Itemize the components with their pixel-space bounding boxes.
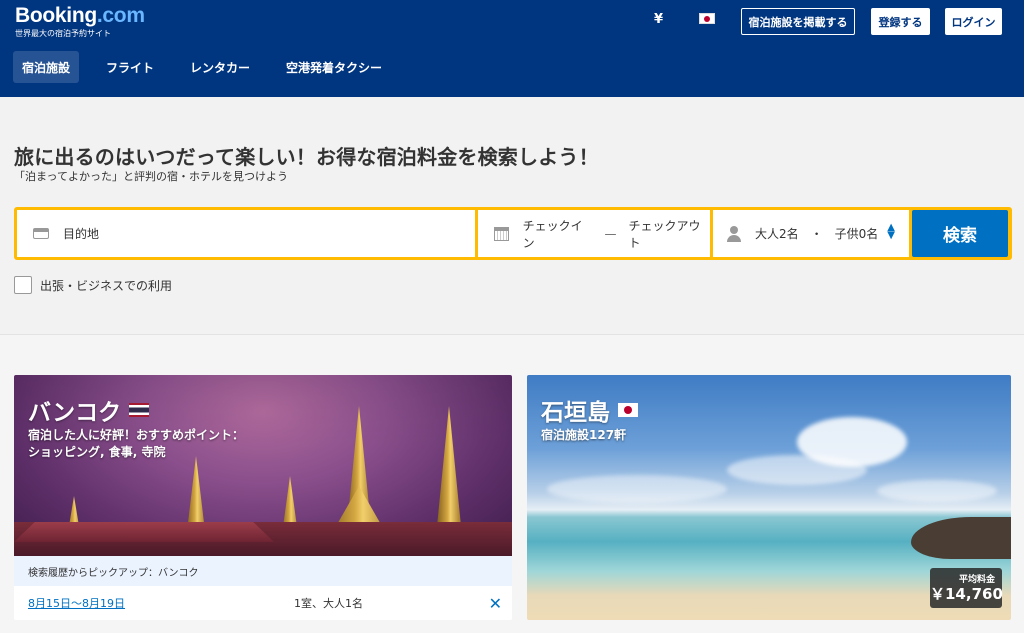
history-rooms: 1室、大人1名 (294, 597, 363, 610)
search-bar: 目的地 チェックイン — チェックアウト 大人2名 ・ 子供0名 ▲ ▼ 検索 (14, 207, 1012, 260)
guest-separator: ・ (810, 227, 823, 241)
business-travel-option[interactable]: 出張・ビジネスでの利用 (14, 276, 172, 294)
register-button[interactable]: 登録する (871, 8, 930, 35)
page-headline: 旅に出るのはいつだって楽しい！お得な宿泊料金を検索しよう！ (14, 145, 599, 169)
thailand-flag-icon (129, 403, 150, 417)
history-dates-link[interactable]: 8月15日〜8月19日 (28, 595, 125, 611)
adults-count: 大人2名 (755, 227, 799, 241)
currency-selector[interactable]: ¥ (654, 12, 663, 27)
nav-tab-airport-taxi[interactable]: 空港発着タクシー (277, 51, 391, 83)
calendar-icon (494, 226, 509, 241)
ishigaki-title-text: 石垣島 (541, 400, 610, 426)
logo-com-text: .com (96, 4, 145, 27)
nav-tab-stays[interactable]: 宿泊施設 (13, 51, 80, 83)
business-label: 出張・ビジネスでの利用 (40, 278, 173, 293)
nav-tab-car-rental[interactable]: レンタカー (181, 51, 259, 83)
page-subheadline: 「泊まってよかった」と評判の宿・ホテルを見つけよう (14, 170, 289, 183)
booking-logo[interactable]: Booking.com 世界最大の宿泊予約サイト (15, 4, 145, 39)
ishigaki-title: 石垣島 (541, 393, 638, 427)
checkin-label: チェックイン (522, 218, 583, 250)
main-nav: 宿泊施設 フライト レンタカー 空港発着タクシー (13, 51, 409, 83)
bangkok-sub-line1: 宿泊した人に好評！おすすめポイント： (28, 428, 245, 442)
price-value: ￥14,760 (930, 585, 1003, 603)
chevron-updown-icon: ▲ ▼ (887, 222, 895, 241)
list-property-button[interactable]: 宿泊施設を掲載する (741, 8, 855, 35)
search-button[interactable]: 検索 (912, 210, 1008, 257)
average-price-badge: 平均料金 ￥14,760 (930, 568, 1003, 608)
destination-card-bangkok[interactable]: バンコク 宿泊した人に好評！おすすめポイント： ショッピング, 食事, 寺院 検… (14, 375, 512, 620)
date-separator: — (604, 226, 617, 241)
nav-tab-flights[interactable]: フライト (97, 51, 163, 83)
destination-card-ishigaki[interactable]: 石垣島 宿泊施設127軒 平均料金 ￥14,760 (527, 375, 1011, 620)
bed-icon (33, 228, 49, 239)
close-icon[interactable]: ✕ (489, 594, 502, 613)
bangkok-title: バンコク (28, 393, 150, 427)
ishigaki-property-count: 宿泊施設127軒 (541, 428, 627, 442)
history-footer: 8月15日〜8月19日 1室、大人1名 ✕ (14, 586, 512, 620)
bangkok-title-text: バンコク (28, 400, 122, 426)
business-checkbox[interactable] (14, 276, 32, 294)
person-icon (727, 225, 741, 242)
japan-flag-icon (618, 403, 638, 417)
date-field[interactable]: チェックイン — チェックアウト (478, 210, 710, 257)
language-flag-icon[interactable] (699, 13, 715, 24)
search-hero: 旅に出るのはいつだって楽しい！お得な宿泊料金を検索しよう！ 「泊まってよかった」… (0, 97, 1024, 335)
login-button[interactable]: ログイン (945, 8, 1002, 35)
bangkok-sub-line2: ショッピング, 食事, 寺院 (28, 445, 166, 459)
site-header: Booking.com 世界最大の宿泊予約サイト ¥ 宿泊施設を掲載する 登録す… (0, 0, 1024, 97)
logo-main-text: Booking (15, 4, 97, 27)
destination-placeholder: 目的地 (63, 227, 100, 241)
children-count: 子供0名 (834, 227, 879, 241)
price-label: 平均料金 (958, 575, 995, 585)
logo-tagline: 世界最大の宿泊予約サイト (15, 29, 111, 38)
guests-field[interactable]: 大人2名 ・ 子供0名 ▲ ▼ (713, 210, 909, 257)
logo-wordmark: Booking.com (15, 4, 145, 28)
bangkok-subtitle: 宿泊した人に好評！おすすめポイント： ショッピング, 食事, 寺院 (28, 427, 244, 461)
history-label: 検索履歴からピックアップ：バンコク (14, 556, 512, 586)
checkout-label: チェックアウト (628, 218, 701, 250)
destination-field[interactable]: 目的地 (17, 210, 475, 257)
